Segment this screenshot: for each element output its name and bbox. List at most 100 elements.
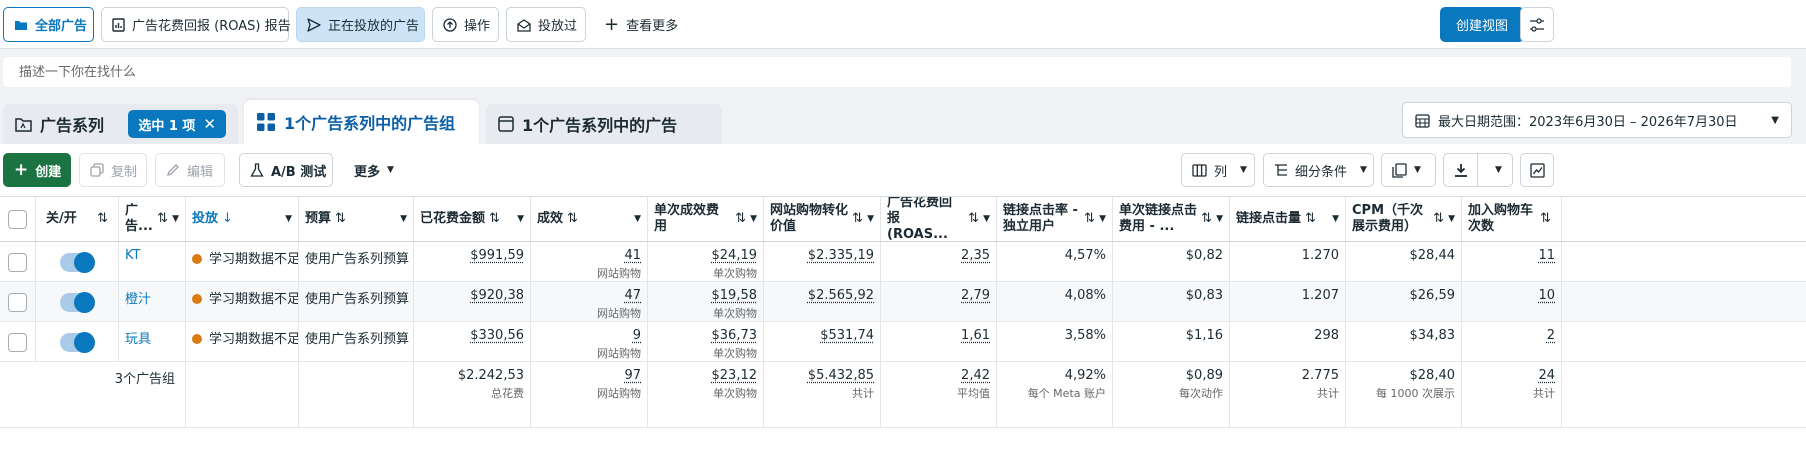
tab-campaigns-label: 广告系列 <box>40 116 105 135</box>
totals-budget-cell <box>299 362 414 427</box>
selected-chip[interactable]: 选中 1 项 ✕ <box>128 110 226 138</box>
header-onoff[interactable]: 关/开 ⇅ <box>36 197 119 241</box>
columns-icon <box>1192 163 1207 177</box>
header-name[interactable]: 广告... ⇅ ▼ <box>119 197 186 241</box>
row-budget-cell: 使用广告系列预算 <box>299 322 414 361</box>
totals-roas-cell: 2,42 平均值 <box>881 362 997 427</box>
adset-name-link[interactable]: 橙汁 <box>125 288 179 307</box>
row-select-cell <box>0 282 36 321</box>
header-roas[interactable]: 广告花费回报 (ROAS... ⇅ ▼ <box>881 197 997 241</box>
row-checkbox[interactable] <box>8 333 27 352</box>
cpr-value: $19,58 <box>711 288 758 303</box>
date-range-picker[interactable]: 最大日期范围：2023年6月30日 – 2026年7月30日 ▼ <box>1402 102 1792 138</box>
header-cpr[interactable]: 单次成效费用 ⇅ ▼ <box>648 197 764 241</box>
create-button[interactable]: + 创建 <box>3 153 71 187</box>
view-settings-button[interactable] <box>1520 7 1554 42</box>
clicks-value: 298 <box>1314 328 1339 343</box>
date-range-label: 最大日期范围：2023年6月30日 – 2026年7月30日 <box>1438 114 1738 130</box>
search-input[interactable] <box>19 64 1791 80</box>
header-budget[interactable]: 预算 ⇅ ▼ <box>299 197 414 241</box>
cpc-value: $0,82 <box>1185 248 1223 263</box>
header-ctr-unique-label: 链接点击率 - 独立用户 <box>1003 203 1078 234</box>
reports-button[interactable]: ▼ <box>1381 153 1436 187</box>
tab-roas-report-label: 广告花费回报 (ROAS) 报告 <box>132 19 291 34</box>
copy-button[interactable]: 复制 <box>79 153 147 187</box>
download-icon[interactable] <box>1444 154 1478 186</box>
selected-chip-label: 选中 1 项 <box>138 118 196 134</box>
ab-test-label: A/B 测试 <box>271 164 327 180</box>
onoff-toggle[interactable] <box>60 332 95 353</box>
tab-roas-report[interactable]: 广告花费回报 (ROAS) 报告 <box>101 7 291 42</box>
table-row[interactable]: KT 学习期数据不足 使用广告系列预算 $991,59 41 网站购物 $24,19 单次购物… <box>0 242 1806 282</box>
spend-value: $920,38 <box>470 288 524 303</box>
edit-button[interactable]: 编辑 <box>155 153 225 187</box>
caret-down-icon: ▼ <box>1099 214 1106 224</box>
status-dot-icon <box>192 254 202 264</box>
totals-clicks-sub: 共计 <box>1317 387 1339 400</box>
row-budget-cell: 使用广告系列预算 <box>299 242 414 281</box>
adset-name-link[interactable]: 玩具 <box>125 328 179 347</box>
totals-spend-cell: $2.242,53 总花费 <box>414 362 531 427</box>
caret-down-icon[interactable]: ▼ <box>1485 165 1512 175</box>
cpm-value: $26,59 <box>1409 288 1456 303</box>
row-purchase-value-cell: $531,74 <box>764 322 881 361</box>
create-view-button[interactable]: 创建视图 <box>1440 7 1525 42</box>
row-checkbox[interactable] <box>8 293 27 312</box>
export-button[interactable]: ▼ <box>1443 153 1513 187</box>
row-cpr-cell: $19,58 单次购物 <box>648 282 764 321</box>
header-cpc[interactable]: 单次链接点击费用 - ... ⇅ ▼ <box>1113 197 1230 241</box>
onoff-toggle[interactable] <box>60 252 95 273</box>
close-icon[interactable]: ✕ <box>203 115 216 133</box>
select-all-checkbox[interactable] <box>8 210 27 229</box>
tab-adsets[interactable]: 1个广告系列中的广告组 <box>244 100 479 144</box>
more-button[interactable]: 更多 ▼ <box>344 153 414 187</box>
roas-value: 2,79 <box>961 288 990 303</box>
table-row[interactable]: 玩具 学习期数据不足 使用广告系列预算 $330,56 9 网站购物 $36,73 单次购物 $… <box>0 322 1806 362</box>
see-more-label: 查看更多 <box>626 19 679 34</box>
header-delivery[interactable]: 投放 ↓ ▼ <box>186 197 299 241</box>
breakdown-button[interactable]: 细分条件 ▼ <box>1263 153 1374 187</box>
table-row[interactable]: 橙汁 学习期数据不足 使用广告系列预算 $920,38 47 网站购物 $19,58 单次购物… <box>0 282 1806 322</box>
cpc-value: $0,83 <box>1185 288 1223 303</box>
row-spend-cell: $330,56 <box>414 322 531 361</box>
tab-all-ads-label: 全部广告 <box>35 19 88 34</box>
caret-down-icon: ▼ <box>1360 165 1367 175</box>
header-results[interactable]: 成效 ⇅ ▼ <box>531 197 648 241</box>
purchase-value: $2.565,92 <box>807 288 874 303</box>
tab-ads[interactable]: 1个广告系列中的广告 <box>486 104 722 144</box>
totals-clicks-cell: 2.775 共计 <box>1230 362 1346 427</box>
row-name-cell: 玩具 <box>119 322 186 361</box>
row-roas-cell: 2,35 <box>881 242 997 281</box>
header-spend[interactable]: 已花费金额 ⇅ ▼ <box>414 197 531 241</box>
tab-active-ads[interactable]: 正在投放的广告 <box>296 7 425 42</box>
onoff-toggle[interactable] <box>60 292 95 313</box>
tab-all-ads[interactable]: 全部广告 <box>3 7 94 42</box>
header-clicks[interactable]: 链接点击量 ⇅ ▼ <box>1230 197 1346 241</box>
row-checkbox[interactable] <box>8 253 27 272</box>
budget-value: 使用广告系列预算 <box>305 292 410 307</box>
ab-test-button[interactable]: A/B 测试 <box>239 153 333 187</box>
chart-button[interactable] <box>1520 153 1554 187</box>
totals-purchase-value-cell: $5.432,85 共计 <box>764 362 881 427</box>
tab-delivered[interactable]: 投放过 <box>506 7 586 42</box>
columns-button[interactable]: 列 ▼ <box>1181 153 1255 187</box>
clicks-value: 1.270 <box>1301 248 1339 263</box>
tab-actions[interactable]: 操作 <box>432 7 499 42</box>
chevron-down-icon: ▼ <box>1771 114 1779 126</box>
header-ctr-unique[interactable]: 链接点击率 - 独立用户 ⇅ ▼ <box>997 197 1113 241</box>
header-atc[interactable]: 加入购物车次数 ⇅ <box>1462 197 1562 241</box>
adset-name-link[interactable]: KT <box>125 248 179 263</box>
sort-icon: ⇅ <box>567 211 578 226</box>
see-more-button[interactable]: + 查看更多 <box>594 7 686 42</box>
header-purchase-value[interactable]: 网站购物转化价值 ⇅ ▼ <box>764 197 881 241</box>
row-ctr-cell: 3,58% <box>997 322 1113 361</box>
plus-icon: + <box>14 160 29 180</box>
header-cpm[interactable]: CPM（千次展示费用） ⇅ ▼ <box>1346 197 1462 241</box>
send-icon <box>307 17 321 32</box>
tab-campaigns[interactable]: 广告系列 选中 1 项 ✕ <box>3 104 238 144</box>
window-icon <box>498 116 514 132</box>
pencil-icon <box>166 163 180 177</box>
sort-icon: ⇅ <box>97 211 108 226</box>
totals-cpc-sub: 每次动作 <box>1179 387 1223 400</box>
edit-label: 编辑 <box>187 164 214 180</box>
